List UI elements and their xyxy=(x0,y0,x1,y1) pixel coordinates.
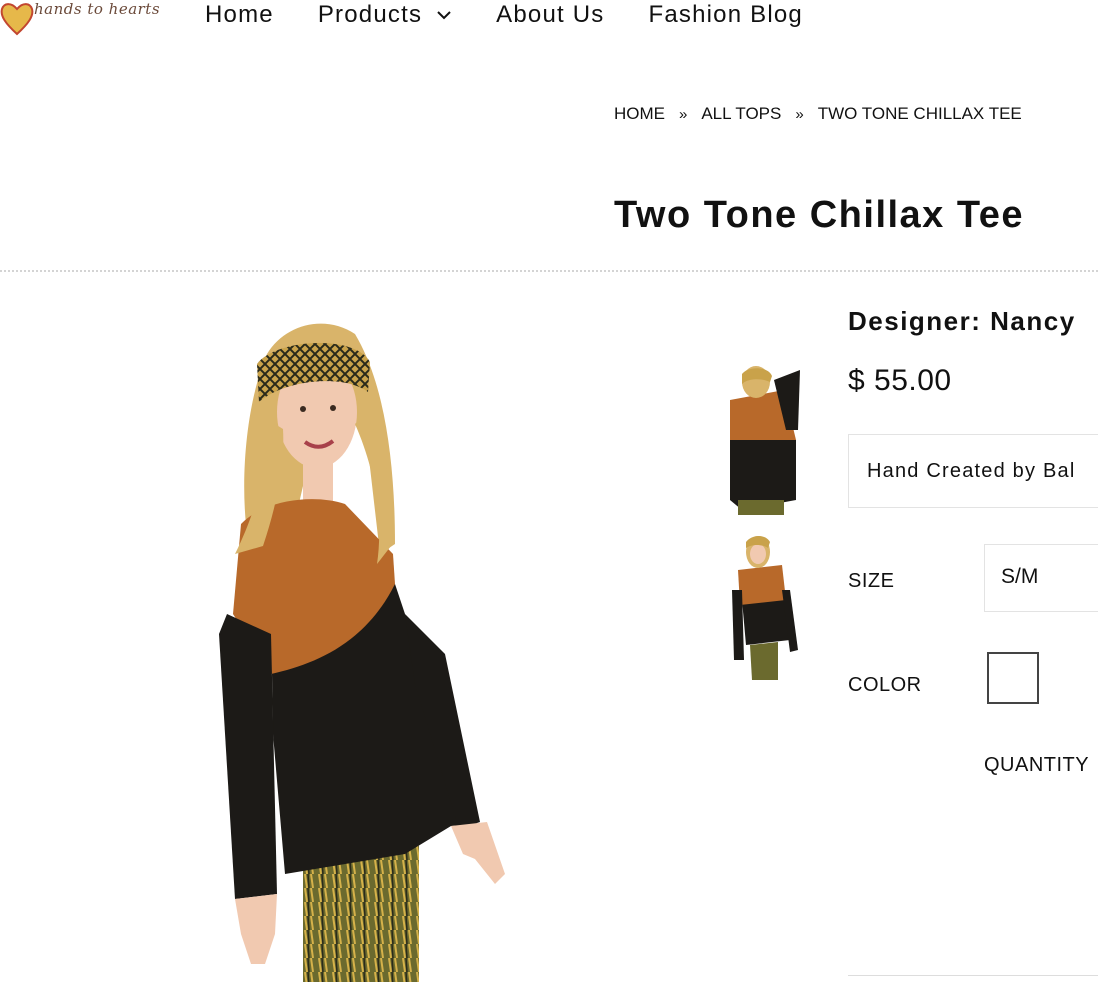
product-thumbnail-2[interactable] xyxy=(724,530,808,685)
designer-label: Designer: Nancy xyxy=(848,306,1076,336)
description-box: Hand Created by Bal xyxy=(848,434,1098,508)
breadcrumb-current: TWO TONE CHILLAX TEE xyxy=(817,104,1022,123)
product-price: $ 55.00 xyxy=(848,364,952,397)
color-swatch[interactable] xyxy=(987,652,1039,704)
section-divider xyxy=(0,270,1098,272)
breadcrumb-separator: » xyxy=(679,105,688,123)
product-main-image[interactable] xyxy=(205,314,515,984)
description-text: Hand Created by Bal xyxy=(867,460,1076,482)
breadcrumb-all-tops[interactable]: ALL TOPS xyxy=(701,104,781,124)
size-value: S/M xyxy=(1001,565,1039,588)
product-thumbnail-1[interactable] xyxy=(724,360,808,515)
chevron-down-icon xyxy=(437,11,451,20)
main-nav: Home Products About Us Fashion Blog xyxy=(205,0,847,30)
page-title: Two Tone Chillax Tee xyxy=(614,194,1025,236)
bottom-divider xyxy=(848,975,1098,976)
nav-blog-label: Fashion Blog xyxy=(648,1,803,28)
logo-text: hands to hearts xyxy=(34,0,161,18)
size-select[interactable]: S/M xyxy=(984,544,1098,612)
breadcrumb: HOME » ALL TOPS » TWO TONE CHILLAX TEE xyxy=(614,104,1022,124)
color-label: COLOR xyxy=(848,674,922,696)
nav-fashion-blog[interactable]: Fashion Blog xyxy=(648,0,803,30)
nav-products-label: Products xyxy=(317,1,423,28)
breadcrumb-home[interactable]: HOME xyxy=(614,104,665,124)
heart-logo-icon xyxy=(0,3,34,36)
nav-products[interactable]: Products xyxy=(318,0,452,30)
nav-about-us[interactable]: About Us xyxy=(496,0,604,30)
size-label: SIZE xyxy=(848,570,895,592)
logo[interactable]: hands to hearts xyxy=(0,0,170,40)
quantity-label: QUANTITY xyxy=(984,754,1090,776)
nav-home-label: Home xyxy=(205,1,274,28)
nav-about-label: About Us xyxy=(496,1,605,28)
nav-home[interactable]: Home xyxy=(205,0,274,30)
breadcrumb-separator: » xyxy=(795,105,804,123)
